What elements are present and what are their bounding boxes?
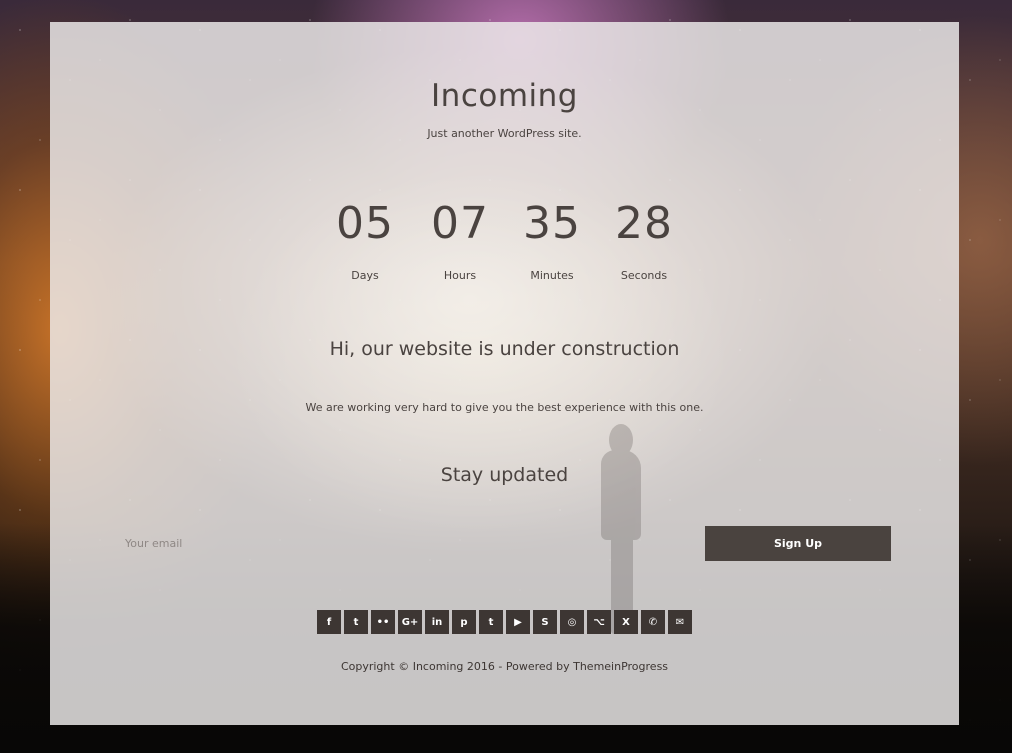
tumblr-icon[interactable]: t	[479, 610, 503, 634]
site-tagline: Just another WordPress site.	[427, 127, 582, 140]
flickr-icon[interactable]: ••	[371, 610, 395, 634]
footer-copyright: Copyright © Incoming 2016 - Powered by T…	[340, 660, 669, 673]
linkedin-icon[interactable]: in	[425, 610, 449, 634]
countdown-hours: 07 Hours	[420, 198, 500, 282]
countdown-hours-value: 07	[431, 198, 489, 249]
google-plus-icon[interactable]: G+	[398, 610, 422, 634]
countdown-days-label: Days	[351, 269, 379, 282]
countdown-seconds-value: 28	[615, 198, 673, 249]
countdown-seconds-label: Seconds	[620, 269, 668, 282]
countdown-days: 05 Days	[325, 198, 405, 282]
skype-icon[interactable]: S	[533, 610, 557, 634]
countdown-minutes-label: Minutes	[530, 269, 574, 282]
facebook-icon[interactable]: f	[317, 610, 341, 634]
xing-icon[interactable]: X	[614, 610, 638, 634]
countdown: 05 Days 07 Hours 35 Minutes 28 Seconds	[50, 198, 959, 288]
countdown-minutes: 35 Minutes	[512, 198, 592, 282]
instagram-icon[interactable]: ◎	[560, 610, 584, 634]
signup-button[interactable]: Sign Up	[705, 526, 891, 561]
youtube-icon[interactable]: ▶	[506, 610, 530, 634]
site-title: Incoming	[431, 78, 578, 114]
social-links: f t •• G+ in p t ▶ S ◎ ⌥ X ✆ ✉	[317, 610, 692, 634]
countdown-days-value: 05	[336, 198, 394, 249]
email-icon[interactable]: ✉	[668, 610, 692, 634]
countdown-hours-label: Hours	[443, 269, 477, 282]
content-panel: Incoming Just another WordPress site. 05…	[50, 22, 959, 725]
stay-updated-heading: Stay updated	[440, 464, 569, 486]
whatsapp-icon[interactable]: ✆	[641, 610, 665, 634]
countdown-minutes-value: 35	[523, 198, 581, 249]
github-icon[interactable]: ⌥	[587, 610, 611, 634]
countdown-seconds: 28 Seconds	[604, 198, 684, 282]
twitter-icon[interactable]: t	[344, 610, 368, 634]
construction-headline: Hi, our website is under construction	[329, 338, 680, 360]
pinterest-icon[interactable]: p	[452, 610, 476, 634]
construction-subtext: We are working very hard to give you the…	[305, 401, 704, 414]
email-input[interactable]	[113, 526, 695, 561]
